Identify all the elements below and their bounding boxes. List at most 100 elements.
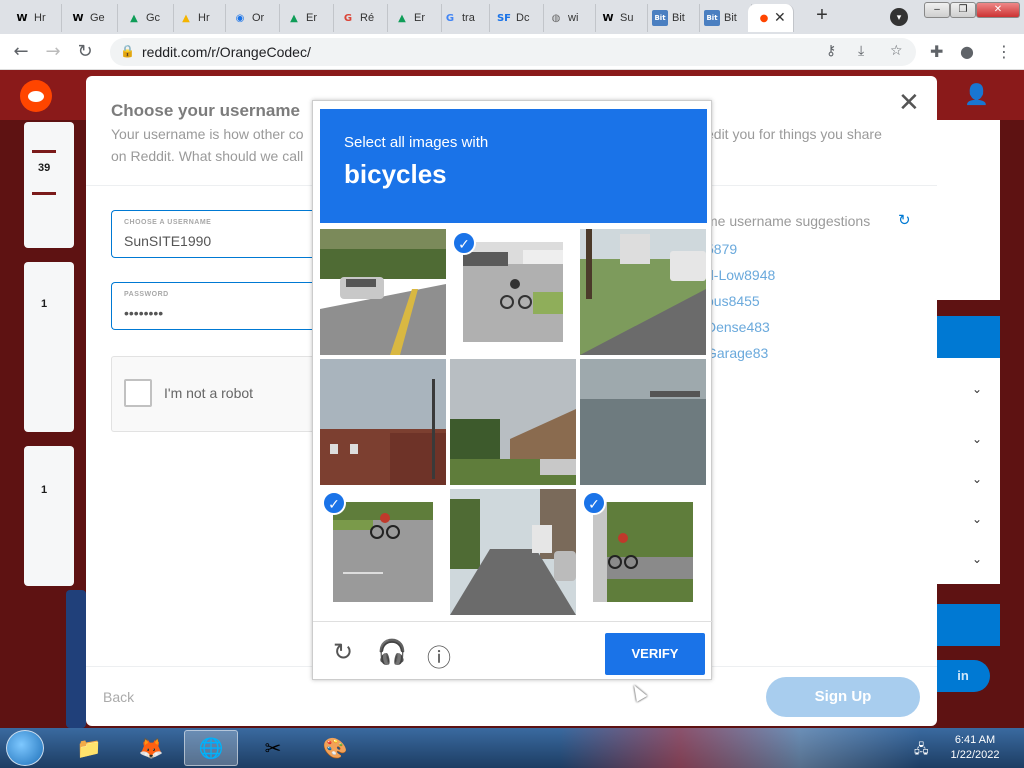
chrome-icon[interactable]: 🌐 — [184, 730, 238, 766]
browser-tab[interactable]: SF Dc — [488, 4, 544, 32]
firefox-icon[interactable]: 🦊 — [124, 730, 178, 766]
post-card[interactable] — [24, 446, 74, 586]
selected-check-icon: ✓ — [322, 491, 346, 515]
close-window-button[interactable]: ✕ — [976, 2, 1020, 18]
star-icon[interactable]: ☆ — [890, 43, 903, 59]
verify-button[interactable]: VERIFY — [605, 633, 705, 675]
password-value: •••••••• — [124, 305, 164, 321]
username-suggestion[interactable]: Dense483 — [706, 319, 770, 335]
image-tile-selected[interactable]: ✓ — [580, 489, 706, 615]
clock[interactable]: 6:41 AM 1/22/2022 — [942, 733, 1008, 763]
image-tile[interactable] — [320, 229, 446, 355]
tab-search-icon[interactable]: ▾ — [890, 8, 908, 26]
browser-tab[interactable]: ▲ Hr — [170, 4, 226, 32]
back-arrow-icon[interactable]: ← — [10, 41, 32, 63]
install-icon[interactable]: ⤓ — [858, 43, 864, 59]
refresh-suggestions-icon[interactable]: ↻ — [898, 211, 911, 229]
sidebar-card — [936, 120, 1000, 300]
username-suggestion[interactable]: ous8455 — [706, 293, 760, 309]
audio-challenge-icon[interactable]: 🎧 — [377, 638, 407, 666]
profile-icon[interactable]: ● — [960, 42, 974, 61]
browser-tab[interactable]: Gtra — [434, 4, 490, 32]
tab-label: Ré — [360, 12, 375, 24]
challenge-instruction: Select all images with — [344, 134, 489, 151]
browser-tab[interactable]: Bit Bit — [696, 4, 752, 32]
browser-tab-active[interactable]: ● — [748, 4, 794, 32]
upvote-bar — [32, 150, 56, 153]
image-tile-selected[interactable]: ✓ — [450, 229, 576, 355]
paint-icon[interactable]: 🎨 — [308, 730, 362, 766]
site-icon: ◉ — [235, 12, 245, 24]
username-suggestion[interactable]: d-Low8948 — [706, 267, 775, 283]
extensions-icon[interactable]: ✚ — [930, 42, 943, 61]
minimize-button[interactable]: – — [924, 2, 950, 18]
google-icon: G — [445, 12, 455, 24]
login-button[interactable]: in — [936, 660, 990, 692]
not-robot-checkbox[interactable] — [124, 379, 152, 407]
key-icon[interactable]: ⚷ — [826, 43, 836, 59]
start-button[interactable] — [6, 730, 44, 766]
chevron-down-icon[interactable]: ⌄ — [972, 472, 982, 486]
username-field[interactable]: CHOOSE A USERNAME SunSITE1990 — [111, 210, 321, 258]
address-bar[interactable]: 🔒 reddit.com/r/OrangeCodec/ ⚷ ⤓ ☆ — [110, 38, 916, 66]
reload-challenge-icon[interactable]: ↻ — [329, 638, 357, 666]
menu-icon[interactable]: ⋮ — [996, 42, 1012, 61]
browser-tab[interactable]: G Ré — [332, 4, 388, 32]
wikipedia-icon: W — [72, 12, 84, 24]
reddit-icon: ● — [759, 12, 769, 24]
image-tile[interactable] — [580, 359, 706, 485]
reddit-logo-icon[interactable] — [20, 80, 52, 112]
tab-label: Bit — [672, 12, 685, 24]
username-label: CHOOSE A USERNAME — [124, 219, 212, 226]
cyclist-on-street-image — [463, 242, 563, 342]
suggestions-title: me username suggestions — [706, 213, 871, 229]
divider — [313, 621, 713, 622]
close-tab-icon[interactable]: ✕ — [774, 9, 786, 26]
password-field[interactable]: PASSWORD •••••••• — [111, 282, 321, 330]
browser-tab[interactable]: ◉ Or — [224, 4, 280, 32]
browser-tab[interactable]: W Su — [592, 4, 648, 32]
image-tile[interactable] — [450, 489, 576, 615]
network-icon[interactable]: 🖧 — [914, 740, 929, 762]
reload-icon[interactable]: ↻ — [74, 41, 96, 63]
new-tab-button[interactable]: + — [810, 4, 834, 27]
street-with-truck-image — [580, 229, 706, 355]
maximize-button[interactable]: ❐ — [950, 2, 976, 18]
road-with-car-image — [320, 229, 446, 355]
modal-subtitle-right: edit you for things you share — [706, 126, 882, 142]
browser-tab[interactable]: Bit Bit — [644, 4, 700, 32]
password-label: PASSWORD — [124, 291, 169, 298]
cyclist-grass-image — [593, 502, 693, 602]
image-tile[interactable] — [580, 229, 706, 355]
browser-tab[interactable]: W Hr — [6, 4, 62, 32]
file-explorer-icon[interactable]: 📁 — [62, 730, 116, 766]
toolbar: ← → ↻ 🔒 reddit.com/r/OrangeCodec/ ⚷ ⤓ ☆ … — [0, 34, 1024, 70]
close-icon[interactable]: ✕ — [898, 88, 920, 118]
browser-tab[interactable]: ▲ Gc — [118, 4, 174, 32]
user-menu-icon[interactable]: 👤 — [964, 82, 989, 106]
browser-tab[interactable]: ◍ wi — [540, 4, 596, 32]
vote-count: 39 — [38, 162, 51, 174]
browser-tab[interactable]: W Ge — [62, 4, 118, 32]
selected-check-icon: ✓ — [452, 231, 476, 255]
forward-arrow-icon[interactable]: → — [42, 41, 64, 63]
post-card[interactable] — [24, 122, 74, 248]
modal-title: Choose your username — [111, 101, 300, 120]
chevron-down-icon[interactable]: ⌄ — [972, 552, 982, 566]
image-tile-selected[interactable]: ✓ — [320, 489, 446, 615]
tab-label: Or — [252, 12, 265, 24]
signup-button[interactable]: Sign Up — [766, 677, 920, 717]
back-button[interactable]: Back — [103, 689, 134, 705]
username-suggestion[interactable]: Garage83 — [706, 345, 768, 361]
snipping-tool-icon[interactable]: ✂ — [246, 730, 300, 766]
info-icon[interactable]: ⓘ — [425, 638, 453, 673]
chevron-down-icon[interactable]: ⌄ — [972, 512, 982, 526]
challenge-header: Select all images with bicycles — [320, 109, 707, 223]
browser-tab[interactable]: ▲ Er — [278, 4, 334, 32]
image-tile[interactable] — [320, 359, 446, 485]
image-tile[interactable] — [450, 359, 576, 485]
post-card — [66, 590, 86, 728]
chevron-down-icon[interactable]: ⌄ — [972, 432, 982, 446]
post-card[interactable] — [24, 262, 74, 432]
chevron-down-icon[interactable]: ⌄ — [972, 382, 982, 396]
